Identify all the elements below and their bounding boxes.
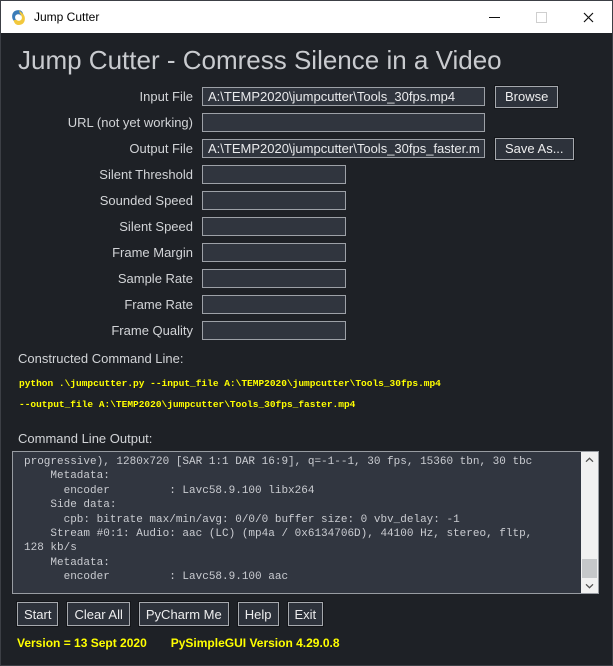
app-window: Jump Cutter Jump Cutter - Comress Silenc… bbox=[0, 0, 613, 666]
command-output-box: progressive), 1280x720 [SAR 1:1 DAR 16:9… bbox=[12, 451, 599, 594]
close-button[interactable] bbox=[565, 1, 612, 33]
frame-quality-field[interactable] bbox=[202, 321, 346, 340]
field-label: Silent Speed bbox=[18, 219, 193, 234]
frame-margin-field[interactable] bbox=[202, 243, 346, 262]
silent-speed-field[interactable] bbox=[202, 217, 346, 236]
scroll-down-button[interactable] bbox=[581, 578, 598, 593]
field-label: Silent Threshold bbox=[18, 167, 193, 182]
field-row-frame-quality: Frame Quality bbox=[1, 321, 612, 340]
minimize-button[interactable] bbox=[471, 1, 518, 33]
output-file-field[interactable] bbox=[202, 139, 485, 158]
field-label: Input File bbox=[18, 89, 193, 104]
sample-rate-field[interactable] bbox=[202, 269, 346, 288]
field-row-frame-rate: Frame Rate bbox=[1, 295, 612, 314]
url-field[interactable] bbox=[202, 113, 485, 132]
browse-button[interactable]: Browse bbox=[495, 86, 558, 108]
psg-version-text: PySimpleGUI Version 4.29.0.8 bbox=[171, 636, 340, 650]
clear-all-button[interactable]: Clear All bbox=[67, 602, 129, 626]
field-label: Frame Margin bbox=[18, 245, 193, 260]
constructed-command-text: python .\jumpcutter.py --input_file A:\T… bbox=[19, 373, 612, 415]
version-text: Version = 13 Sept 2020 bbox=[17, 636, 147, 650]
scroll-up-button[interactable] bbox=[581, 452, 598, 467]
command-output-label: Command Line Output: bbox=[18, 431, 612, 446]
field-row-frame-margin: Frame Margin bbox=[1, 243, 612, 262]
chevron-down-icon bbox=[585, 583, 594, 589]
close-icon bbox=[583, 12, 594, 23]
exit-button[interactable]: Exit bbox=[288, 602, 324, 626]
action-buttons: Start Clear All PyCharm Me Help Exit bbox=[17, 602, 612, 626]
footer: Version = 13 Sept 2020 PySimpleGUI Versi… bbox=[17, 636, 612, 650]
constructed-command-label: Constructed Command Line: bbox=[18, 351, 612, 366]
chevron-up-icon bbox=[585, 457, 594, 463]
field-row-silent-speed: Silent Speed bbox=[1, 217, 612, 236]
silent-threshold-field[interactable] bbox=[202, 165, 346, 184]
output-scrollbar[interactable] bbox=[581, 452, 598, 593]
field-label: Output File bbox=[18, 141, 193, 156]
window-title: Jump Cutter bbox=[34, 10, 99, 24]
app-icon bbox=[10, 9, 27, 26]
field-label: Frame Rate bbox=[18, 297, 193, 312]
minimize-icon bbox=[489, 17, 500, 18]
help-button[interactable]: Help bbox=[238, 602, 279, 626]
sounded-speed-field[interactable] bbox=[202, 191, 346, 210]
field-label: URL (not yet working) bbox=[18, 115, 193, 130]
window-controls bbox=[471, 1, 612, 33]
field-label: Sample Rate bbox=[18, 271, 193, 286]
maximize-icon bbox=[536, 12, 547, 23]
field-row-sample-rate: Sample Rate bbox=[1, 269, 612, 288]
frame-rate-field[interactable] bbox=[202, 295, 346, 314]
pycharm-me-button[interactable]: PyCharm Me bbox=[139, 602, 229, 626]
scroll-thumb[interactable] bbox=[582, 559, 597, 578]
field-row-input-file: Input File Browse bbox=[1, 87, 612, 106]
field-row-silent-threshold: Silent Threshold bbox=[1, 165, 612, 184]
page-title: Jump Cutter - Comress Silence in a Video bbox=[18, 45, 612, 76]
start-button[interactable]: Start bbox=[17, 602, 58, 626]
save-as-button[interactable]: Save As... bbox=[495, 138, 574, 160]
titlebar: Jump Cutter bbox=[1, 1, 612, 33]
field-row-sounded-speed: Sounded Speed bbox=[1, 191, 612, 210]
field-row-url: URL (not yet working) bbox=[1, 113, 612, 132]
field-label: Sounded Speed bbox=[18, 193, 193, 208]
field-row-output-file: Output File Save As... bbox=[1, 139, 612, 158]
form: Input File Browse URL (not yet working) … bbox=[1, 87, 612, 340]
maximize-button[interactable] bbox=[518, 1, 565, 33]
command-output-text[interactable]: progressive), 1280x720 [SAR 1:1 DAR 16:9… bbox=[13, 452, 581, 593]
input-file-field[interactable] bbox=[202, 87, 485, 106]
field-label: Frame Quality bbox=[18, 323, 193, 338]
